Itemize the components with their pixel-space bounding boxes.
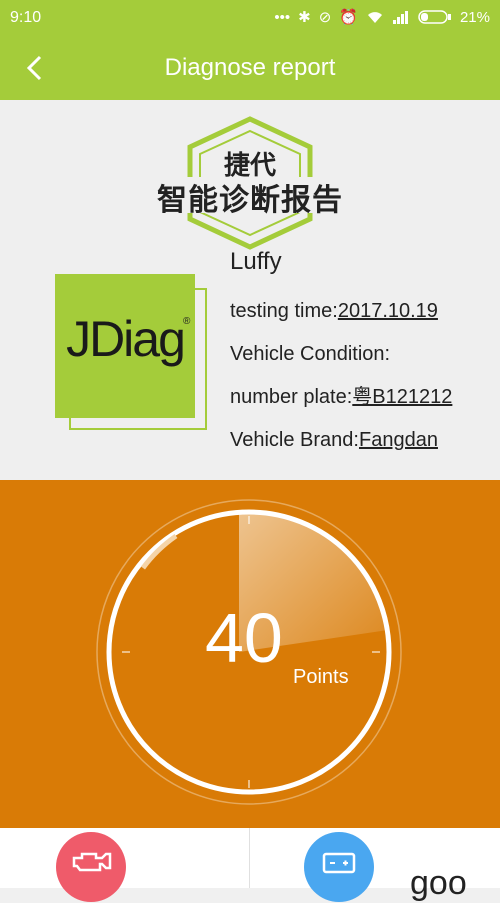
bluetooth-icon: ✱ [298, 9, 311, 26]
status-icons: ••• ✱ ⊘ ⏰ 21% [274, 8, 490, 27]
engine-icon [72, 852, 112, 872]
mute-icon: ⊘ [318, 9, 332, 26]
vehicle-condition-label: Vehicle Condition: [230, 343, 391, 365]
battery-icon [418, 10, 451, 24]
logo-tile: JDiag ® [55, 274, 195, 418]
alarm-icon: ⏰ [339, 9, 358, 26]
score-value: 40 [205, 599, 283, 677]
vehicle-brand-value: Fangdan [358, 429, 438, 451]
report-badge: 捷代 智能诊断报告 [150, 115, 350, 255]
testing-time-row: testing time:2017.10.19 [230, 290, 490, 333]
number-plate-label: number plate: [230, 386, 353, 408]
diagnosis-categories: goo [0, 828, 500, 902]
logo-text: JDiag [66, 311, 186, 367]
signal-icon [392, 11, 408, 24]
battery-category-button[interactable] [304, 832, 374, 902]
category-text-partial: goo [410, 864, 467, 902]
engine-category-button[interactable] [56, 832, 126, 902]
testing-time-label: testing time: [230, 300, 338, 322]
vehicle-brand-label: Vehicle Brand: [230, 429, 359, 451]
page-title: Diagnose report [164, 54, 336, 81]
vehicle-condition-row: Vehicle Condition: [230, 333, 490, 376]
status-bar: 9:10 ••• ✱ ⊘ ⏰ 21% [0, 0, 500, 36]
logo-registered-mark: ® [183, 316, 191, 327]
vehicle-info: Luffy testing time:2017.10.19 Vehicle Co… [230, 248, 490, 462]
more-icon: ••• [274, 8, 291, 26]
status-time: 9:10 [10, 9, 42, 26]
report-header: 捷代 智能诊断报告 JDiag ® Luffy testing time:201… [0, 100, 500, 480]
app-bar: Diagnose report [0, 36, 500, 100]
category-divider [249, 828, 250, 888]
badge-title: 智能诊断报告 [157, 184, 343, 217]
battery-category-icon [322, 852, 356, 874]
jdiag-logo: JDiag ® [55, 274, 210, 434]
number-plate-row: number plate:粤B121212 [230, 376, 490, 419]
battery-percent: 21% [459, 8, 490, 26]
number-plate-value: 粤B121212 [352, 386, 453, 408]
user-name: Luffy [230, 248, 282, 275]
score-unit: Points [293, 666, 349, 688]
score-section: 40 Points [0, 480, 500, 828]
testing-time-value: 2017.10.19 [337, 300, 438, 322]
vehicle-brand-row: Vehicle Brand:Fangdan [230, 419, 490, 462]
wifi-icon [367, 12, 382, 23]
